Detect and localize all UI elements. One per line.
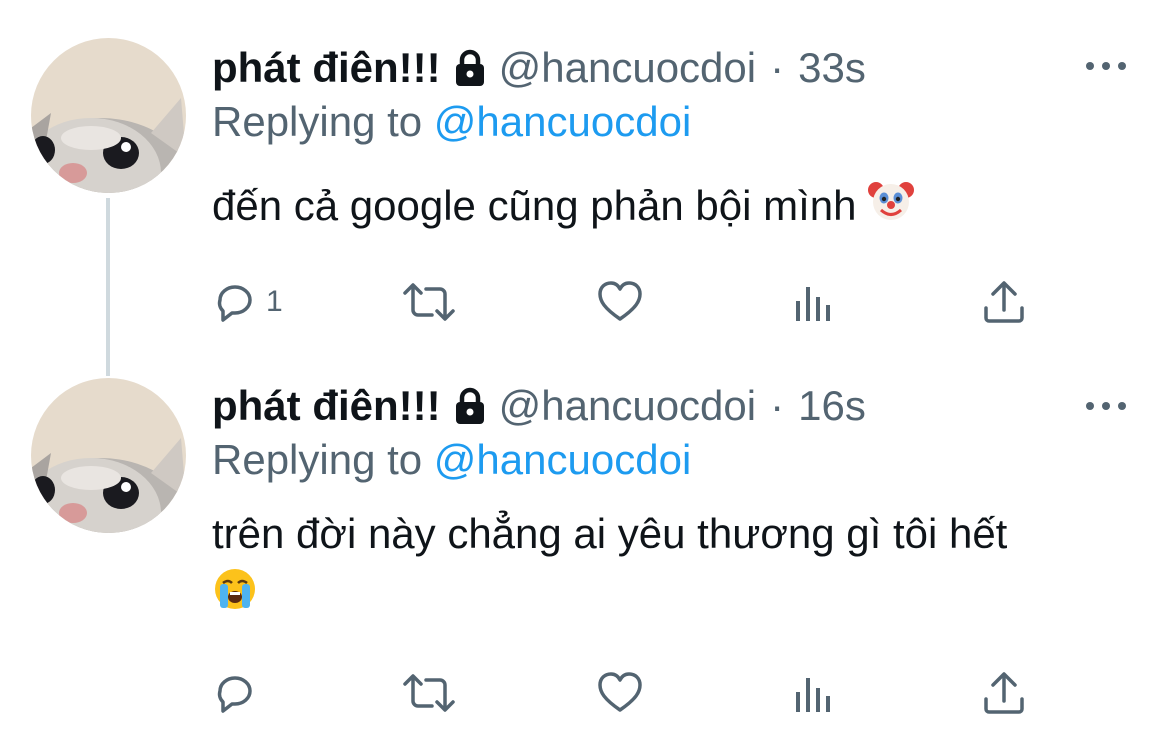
replying-to-handle-link[interactable]: @hancuocdoi xyxy=(434,436,691,483)
like-button[interactable] xyxy=(596,272,644,332)
retweet-button[interactable] xyxy=(400,663,458,723)
views-icon xyxy=(796,678,830,712)
replying-to-handle-link[interactable]: @hancuocdoi xyxy=(434,98,691,145)
clown-face-emoji xyxy=(868,178,915,240)
avatar[interactable] xyxy=(31,38,186,193)
avatar[interactable] xyxy=(31,378,186,533)
tweet-header: phát điên!!! @hancuocdoi · 16s xyxy=(212,376,866,436)
share-button[interactable] xyxy=(980,663,1028,723)
timestamp[interactable]: 33s xyxy=(798,44,866,92)
separator-dot: · xyxy=(770,44,785,91)
reply-button[interactable]: 1 xyxy=(212,272,283,332)
tweet-actions: 1 xyxy=(0,272,1170,332)
reply-icon xyxy=(217,676,252,713)
timestamp[interactable]: 16s xyxy=(798,382,866,430)
views-button[interactable] xyxy=(790,663,836,723)
share-button[interactable] xyxy=(980,272,1028,332)
replying-to-label: Replying to xyxy=(212,98,423,145)
retweet-icon xyxy=(403,674,455,712)
views-button[interactable] xyxy=(790,272,836,332)
more-options-icon[interactable] xyxy=(1086,56,1126,76)
loudly-crying-face-emoji xyxy=(212,566,258,628)
tweet-text: trên đời này chẳng ai yêu thương gì tôi … xyxy=(212,504,1142,628)
like-button[interactable] xyxy=(596,663,644,723)
more-options-icon[interactable] xyxy=(1086,396,1126,416)
user-handle[interactable]: @hancuocdoi xyxy=(499,44,756,92)
separator-dot: · xyxy=(770,382,785,429)
tweet-text-content: trên đời này chẳng ai yêu thương gì tôi … xyxy=(212,510,1008,557)
tweet-actions xyxy=(0,663,1170,723)
cat-avatar-image xyxy=(31,38,186,193)
views-icon xyxy=(796,287,830,321)
tweet-text: đến cả google cũng phản bội mình xyxy=(212,176,1142,240)
user-handle[interactable]: @hancuocdoi xyxy=(499,382,756,430)
reply-button[interactable] xyxy=(212,663,266,723)
tweet[interactable]: phát điên!!! @hancuocdoi · 33s Replying … xyxy=(0,0,1170,360)
replying-to-label: Replying to xyxy=(212,436,423,483)
replying-to-line: Replying to @hancuocdoi xyxy=(212,98,691,146)
lock-icon xyxy=(453,387,487,425)
share-icon xyxy=(984,281,1024,323)
reply-count: 1 xyxy=(266,285,283,318)
tweet-header: phát điên!!! @hancuocdoi · 33s xyxy=(212,38,866,98)
lock-icon xyxy=(453,49,487,87)
tweet-text-content: đến cả google cũng phản bội mình xyxy=(212,182,857,229)
reply-icon xyxy=(217,285,252,322)
display-name[interactable]: phát điên!!! xyxy=(212,44,441,92)
retweet-button[interactable] xyxy=(400,272,458,332)
cat-avatar-image xyxy=(31,378,186,533)
retweet-icon xyxy=(403,283,455,321)
display-name[interactable]: phát điên!!! xyxy=(212,382,441,430)
like-icon xyxy=(598,672,642,712)
like-icon xyxy=(598,281,642,321)
share-icon xyxy=(984,672,1024,714)
tweet[interactable]: phát điên!!! @hancuocdoi · 16s Replying … xyxy=(0,360,1170,737)
replying-to-line: Replying to @hancuocdoi xyxy=(212,436,691,484)
